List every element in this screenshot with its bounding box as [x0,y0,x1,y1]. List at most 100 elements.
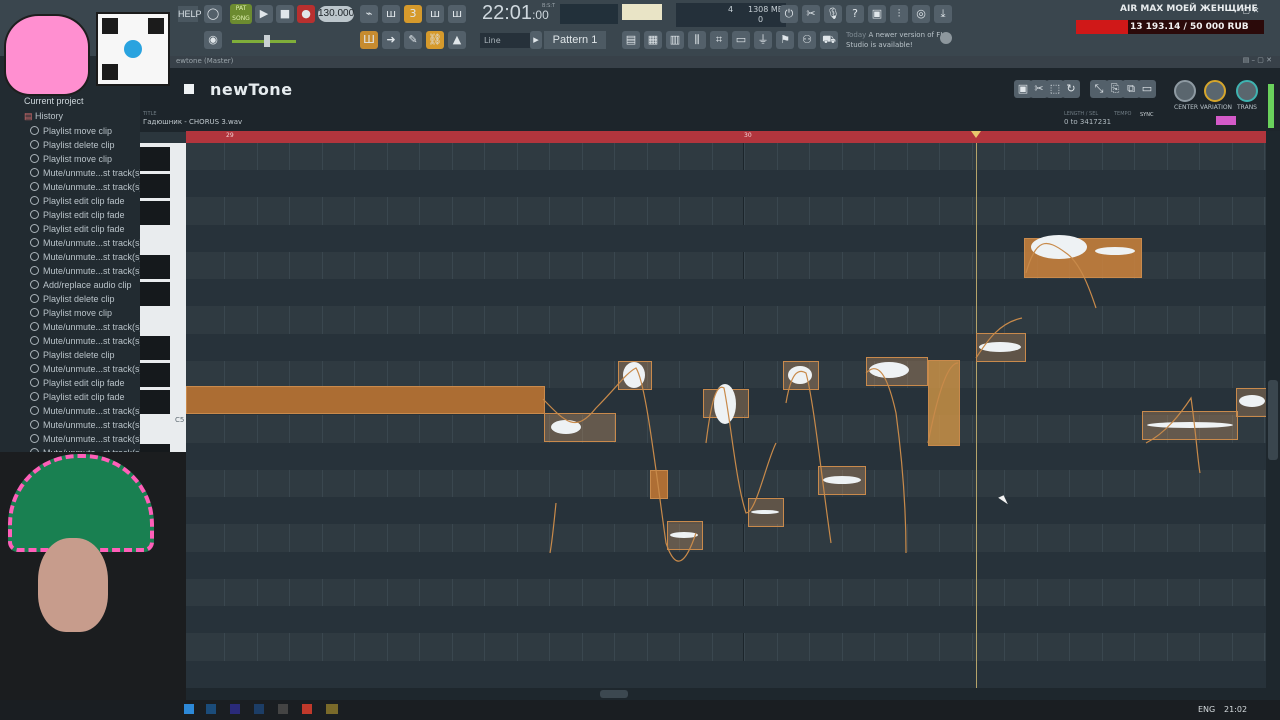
black-key[interactable] [140,255,170,279]
history-item[interactable]: Playlist edit clip fade [30,378,125,388]
history-item[interactable]: Playlist edit clip fade [30,210,125,220]
history-item[interactable]: Mute/unmute...st track(s) [30,364,143,374]
history-item[interactable]: Mute/unmute...st track(s) [30,266,143,276]
count-in-icon[interactable]: 3 [404,5,422,23]
history-item[interactable]: Mute/unmute...st track(s) [30,336,143,346]
photoshop-icon[interactable] [254,704,264,714]
black-key[interactable] [140,201,170,225]
pattern-prev-icon[interactable]: ▸ [530,31,542,49]
piano-roll-icon[interactable]: Ш [360,31,378,49]
channel-rack-icon[interactable]: ▥ [666,31,684,49]
blend-notes-icon[interactable]: ш [426,5,444,23]
browser-icon[interactable]: ⌗ [710,31,728,49]
history-item[interactable]: Playlist delete clip [30,294,115,304]
pencil-icon[interactable]: ✎ [404,31,422,49]
playlist-icon[interactable]: ▤ [622,31,640,49]
black-key[interactable] [140,390,170,414]
trans-mode-button[interactable] [1216,116,1236,125]
tools-icon[interactable]: ✂ [802,5,820,23]
stamp-icon[interactable]: ▲ [448,31,466,49]
history-item[interactable]: Mute/unmute...st track(s) [30,420,143,430]
save-icon[interactable]: ▣ [868,5,886,23]
pattern-selector[interactable]: Pattern 1 [544,31,606,49]
history-item[interactable]: Playlist edit clip fade [30,392,125,402]
fl-studio-icon[interactable] [326,704,338,714]
language-indicator[interactable]: ENG [1198,705,1215,714]
loop-record-icon[interactable]: ш [448,5,466,23]
step-edit-icon[interactable]: ш [382,5,400,23]
history-item[interactable]: Mute/unmute...st track(s) [30,182,143,192]
record-button[interactable]: ● [297,5,315,23]
update-hint[interactable]: Today A newer version of FL Studio is av… [846,30,946,54]
pitch-grid[interactable] [186,143,1266,688]
metronome-icon[interactable]: ◯ [204,5,222,23]
stop-button[interactable]: ■ [276,5,294,23]
history-item[interactable]: Playlist edit clip fade [30,224,125,234]
timeline-ruler[interactable]: 29 30 [186,131,1266,143]
system-clock[interactable]: 21:02 [1224,705,1247,714]
vertical-scroll-thumb[interactable] [1268,380,1278,460]
playhead-marker[interactable] [971,131,981,138]
history-item[interactable]: Playlist delete clip [30,350,115,360]
window-controls[interactable]: – ▢ ✕ [1236,6,1259,15]
tempo-tapper-icon[interactable]: ⚑ [776,31,794,49]
link-icon[interactable]: ⛓ [426,31,444,49]
center-knob[interactable] [1174,80,1196,102]
cart-icon[interactable]: ⛟ [820,31,838,49]
tempo-display[interactable]: 130.000 [318,6,354,22]
history-item[interactable]: Mute/unmute...st track(s) [30,168,143,178]
help-menu[interactable]: HELP [178,6,202,22]
history-item[interactable]: Playlist move clip [30,126,112,136]
midi-icon[interactable]: ▭ [1138,80,1156,98]
update-icon[interactable] [940,32,952,44]
download-icon[interactable]: ⤓ [934,5,952,23]
plugin-icon[interactable]: ⏚ [754,31,772,49]
piano-roll-window-icon[interactable]: ▦ [644,31,662,49]
loop-icon[interactable]: ↻ [1062,80,1080,98]
horizontal-scrollbar[interactable] [186,688,1266,700]
history-folder[interactable]: ▤ History [24,111,63,122]
mixer-window-icon[interactable]: ⫼ [688,31,706,49]
arrow-icon[interactable]: ➜ [382,31,400,49]
master-pitch-knob[interactable]: ◉ [204,31,222,49]
master-volume-handle[interactable] [264,35,270,47]
play-button[interactable]: ▶ [255,5,273,23]
mic-icon[interactable]: 🎙 [824,5,842,23]
obs-icon[interactable] [302,704,312,714]
premiere-icon[interactable] [230,704,240,714]
black-key[interactable] [140,336,170,360]
history-item[interactable]: Playlist move clip [30,308,112,318]
mixer-icon[interactable]: ⫶ [890,5,908,23]
help-icon[interactable]: ? [846,5,864,23]
stop-preview-icon[interactable] [184,84,194,94]
history-item[interactable]: Add/replace audio clip [30,280,132,290]
black-key[interactable] [140,174,170,198]
horizontal-scroll-thumb[interactable] [600,690,628,698]
variation-knob[interactable] [1204,80,1226,102]
render-icon[interactable]: ⚇ [798,31,816,49]
song-mode-toggle[interactable]: PAT SONG [230,4,252,24]
folder-icon[interactable] [184,704,194,714]
black-key[interactable] [140,363,170,387]
chat-icon[interactable]: ◎ [912,5,930,23]
history-item[interactable]: Mute/unmute...st track(s) [30,406,143,416]
history-item[interactable]: Mute/unmute...st track(s) [30,252,143,262]
black-key[interactable] [140,282,170,306]
sync-toggle[interactable]: SYNC [1140,112,1153,118]
history-item[interactable]: Playlist edit clip fade [30,196,125,206]
app-icon[interactable] [278,704,288,714]
history-item[interactable]: Mute/unmute...st track(s) [30,238,143,248]
panic-icon[interactable]: ⏻ [780,5,798,23]
plugin-window-controls[interactable]: ▤ – ▢ ✕ [1243,56,1272,64]
history-item[interactable]: Playlist delete clip [30,140,115,150]
trans-knob[interactable] [1236,80,1258,102]
steam-icon[interactable] [206,704,216,714]
history-item[interactable]: Mute/unmute...st track(s) [30,322,143,332]
typing-keyboard-icon[interactable]: ⌁ [360,5,378,23]
black-key[interactable] [140,147,170,171]
history-item[interactable]: Mute/unmute...st track(s) [30,434,143,444]
project-icon[interactable]: ▭ [732,31,750,49]
snap-selector[interactable]: Line [480,33,530,48]
c5-key-label: C5 [175,416,185,424]
history-item[interactable]: Playlist move clip [30,154,112,164]
